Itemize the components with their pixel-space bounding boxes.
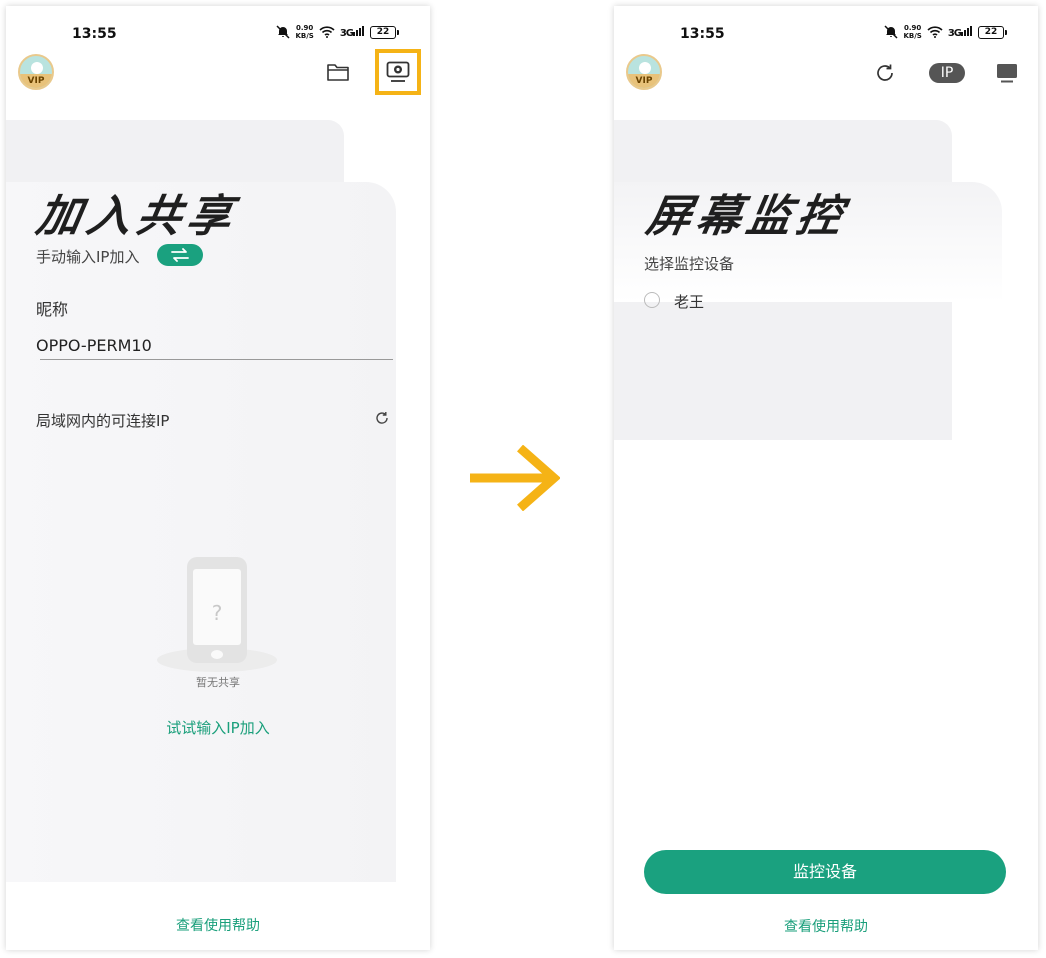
switch-mode-button[interactable]: [157, 244, 203, 266]
question-mark: ?: [211, 601, 223, 625]
phone-screen-monitor: 13:55 0.90 KB/S 3G 22 VIP IP 屏幕监控 选择监控设备 …: [614, 6, 1038, 950]
ip-input-button[interactable]: IP: [929, 63, 965, 83]
nickname-label: 昵称: [36, 300, 69, 319]
status-bar: 13:55 0.90 KB/S 3G 22: [6, 6, 430, 56]
help-link[interactable]: 查看使用帮助: [614, 916, 1038, 936]
status-time: 13:55: [72, 26, 117, 42]
vip-avatar[interactable]: VIP: [626, 54, 662, 90]
mute-icon: [884, 25, 898, 39]
signal-bars-icon: [961, 25, 972, 36]
refresh-icon[interactable]: [375, 411, 389, 425]
lan-ip-label: 局域网内的可连接IP: [36, 412, 170, 430]
mute-icon: [276, 25, 290, 39]
empty-text: 暂无共享: [196, 676, 240, 689]
status-icons: 0.90 KB/S 3G 22: [884, 24, 1007, 40]
screen-monitor-button[interactable]: [375, 49, 421, 95]
page-title: 屏幕监控: [642, 191, 852, 242]
status-bar: 13:55 0.90 KB/S 3G 22: [614, 6, 1038, 56]
phone-illustration-icon: ?: [187, 557, 247, 663]
refresh-icon[interactable]: [875, 63, 895, 83]
avatar-icon: [31, 62, 43, 74]
net-speed: 0.90 KB/S: [903, 24, 922, 40]
signal-bars-icon: [353, 25, 364, 36]
help-link[interactable]: 查看使用帮助: [6, 915, 430, 935]
avatar-icon: [639, 62, 651, 74]
signal-indicator: 3G: [340, 25, 365, 39]
select-device-label: 选择监控设备: [644, 255, 735, 273]
device-item[interactable]: 老王: [644, 291, 844, 315]
nickname-input[interactable]: OPPO-PERM10: [36, 336, 152, 355]
manual-ip-label: 手动输入IP加入: [36, 248, 140, 266]
screen-icon[interactable]: [996, 63, 1018, 83]
battery-indicator: 22: [370, 25, 399, 39]
input-underline: [40, 359, 393, 360]
status-time: 13:55: [680, 26, 725, 42]
signal-indicator: 3G: [948, 25, 973, 39]
vip-badge: VIP: [20, 74, 52, 88]
try-ip-join-link[interactable]: 试试输入IP加入: [6, 717, 430, 738]
page-title: 加入共享: [32, 191, 242, 242]
transition-arrow-icon: [470, 445, 560, 511]
monitor-device-button[interactable]: 监控设备: [644, 850, 1006, 894]
net-speed: 0.90 KB/S: [295, 24, 314, 40]
wifi-icon: [927, 26, 943, 38]
phone-screen-join-share: 13:55 0.90 KB/S 3G 22 VIP 加入共享 手动输入IP加入 昵…: [6, 6, 430, 950]
device-name: 老王: [674, 293, 705, 311]
card-mid-layer: [6, 182, 396, 882]
status-icons: 0.90 KB/S 3G 22: [276, 24, 399, 40]
vip-avatar[interactable]: VIP: [18, 54, 54, 90]
swap-arrows-icon: [171, 248, 189, 262]
radio-button[interactable]: [644, 292, 660, 308]
wifi-icon: [319, 26, 335, 38]
screen-monitor-icon: [386, 61, 410, 82]
vip-badge: VIP: [628, 74, 660, 88]
folder-icon[interactable]: [326, 62, 350, 82]
battery-indicator: 22: [978, 25, 1007, 39]
